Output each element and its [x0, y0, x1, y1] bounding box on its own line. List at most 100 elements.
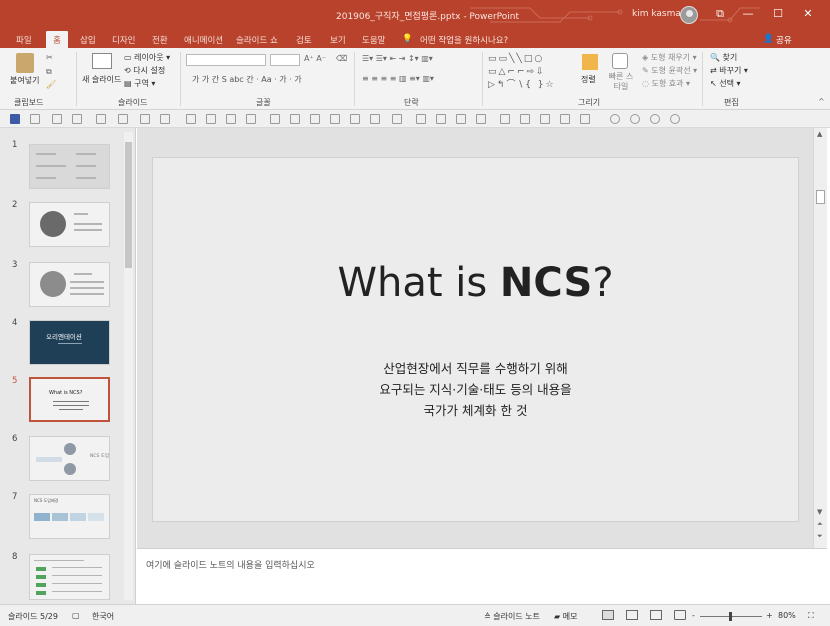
toolbar-icon-17[interactable] [436, 114, 446, 124]
quick-styles-button[interactable]: 빠른 스타일 [606, 72, 636, 92]
normal-view-icon[interactable] [602, 610, 614, 620]
find-button[interactable]: 🔍 찾기 [710, 52, 737, 63]
close-button[interactable]: ✕ [800, 6, 816, 22]
tab-insert[interactable]: 삽입 [80, 31, 96, 48]
tab-home[interactable]: 홈 [46, 31, 68, 48]
tab-view[interactable]: 보기 [330, 31, 346, 48]
toolbar-icon-13[interactable] [350, 114, 360, 124]
notes-toggle[interactable]: ≙ 슬라이드 노트 [484, 611, 540, 622]
clear-format-icon[interactable]: ⌫ [336, 54, 347, 63]
reset-button[interactable]: ⟲ 다시 설정 [124, 65, 165, 76]
minimize-button[interactable]: — [740, 6, 756, 22]
toolbar-icon-25[interactable] [610, 114, 620, 124]
spelling-icon[interactable]: ▢ [72, 611, 80, 620]
tab-file[interactable]: 파일 [16, 31, 32, 48]
toolbar-icon-12[interactable] [330, 114, 340, 124]
toolbar-icon-23[interactable] [560, 114, 570, 124]
slide-thumbnail-5[interactable]: What is NCS? [29, 377, 110, 422]
shapes-gallery[interactable]: ▭▭╲╲□○ ▭△⌐⌐⇨⇩ ▷↰⌒∖{ }☆ [488, 53, 572, 91]
font-name-combo[interactable] [186, 54, 266, 66]
thumbnail-scrollbar[interactable] [124, 132, 133, 600]
tell-me-input[interactable]: 어떤 작업을 원하시나요? [420, 31, 508, 48]
slide-sorter-icon[interactable] [626, 610, 638, 620]
toolbar-icon-24[interactable] [580, 114, 590, 124]
slide-title[interactable]: What is NCS? [153, 260, 798, 306]
slide-thumbnail-3[interactable] [29, 262, 110, 307]
slide-scrollbar[interactable]: ▲ ▼ ⏶ ⏷ [813, 128, 827, 548]
slide-thumbnail-1[interactable] [29, 144, 110, 189]
paste-icon[interactable] [16, 53, 34, 73]
new-slide-button[interactable]: 새 슬라이드 [82, 74, 121, 85]
maximize-button[interactable]: ☐ [770, 6, 786, 22]
cut-icon[interactable]: ✂ [46, 53, 53, 62]
toolbar-icon-8[interactable] [246, 114, 256, 124]
arrange-button[interactable]: 정렬 [581, 74, 596, 85]
language-indicator[interactable]: 한국어 [92, 611, 114, 622]
reading-view-icon[interactable] [650, 610, 662, 620]
slide-body-text[interactable]: 산업현장에서 직무를 수행하기 위해 요구되는 지식·기술·태도 등의 내용을 … [153, 358, 798, 421]
collapse-ribbon-icon[interactable]: ^ [818, 97, 825, 106]
notes-placeholder[interactable]: 여기에 슬라이드 노트의 내용을 입력하십시오 [146, 558, 315, 571]
toolbar-icon-1[interactable] [96, 114, 106, 124]
slide-thumbnail-2[interactable] [29, 202, 110, 247]
comments-toggle[interactable]: ▰ 메모 [554, 611, 577, 622]
save-icon[interactable] [10, 114, 20, 124]
section-button[interactable]: ▤ 구역 ▾ [124, 78, 155, 89]
toolbar-icon-21[interactable] [520, 114, 530, 124]
toolbar-icon-19[interactable] [476, 114, 486, 124]
user-avatar[interactable] [680, 6, 698, 24]
slide-thumbnail-4[interactable]: 오리엔테이션 [29, 320, 110, 365]
copy-icon[interactable]: ⧉ [46, 67, 52, 77]
next-slide-icon[interactable]: ⏷ [817, 532, 823, 541]
toolbar-icon-4[interactable] [160, 114, 170, 124]
slideshow-view-icon[interactable] [674, 610, 686, 620]
thumbnail-scroll-thumb[interactable] [125, 142, 132, 268]
select-button[interactable]: ↖ 선택 ▾ [710, 78, 741, 89]
slide-scroll-thumb[interactable] [816, 190, 825, 204]
shape-fill-button[interactable]: ◈ 도형 채우기 ▾ [642, 52, 697, 63]
notes-pane[interactable]: 여기에 슬라이드 노트의 내용을 입력하십시오 [137, 548, 827, 604]
ribbon-display-options-icon[interactable]: ⧉ [712, 6, 728, 22]
toolbar-icon-14[interactable] [370, 114, 380, 124]
scroll-down-icon[interactable]: ▼ [817, 508, 822, 516]
current-slide[interactable]: What is NCS? 산업현장에서 직무를 수행하기 위해 요구되는 지식·… [153, 158, 798, 521]
redo-icon[interactable] [52, 114, 62, 124]
toolbar-icon-5[interactable] [186, 114, 196, 124]
tab-help[interactable]: 도움말 [362, 31, 385, 48]
slide-thumbnail-8[interactable] [29, 554, 110, 600]
zoom-out-button[interactable]: - [692, 611, 695, 620]
grow-font-icon[interactable]: A⁺ A⁻ [304, 54, 326, 63]
toolbar-icon-11[interactable] [310, 114, 320, 124]
undo-icon[interactable] [30, 114, 40, 124]
font-size-combo[interactable] [270, 54, 300, 66]
align-buttons[interactable]: ≡ ≡ ≡ ≡ ▥ ≡▾ ▥▾ [362, 74, 434, 83]
tab-design[interactable]: 디자인 [112, 31, 135, 48]
new-slide-icon[interactable] [92, 53, 112, 69]
fit-slide-icon[interactable]: ⛶ [808, 611, 814, 621]
toolbar-icon-16[interactable] [416, 114, 426, 124]
previous-slide-icon[interactable]: ⏶ [817, 520, 823, 529]
zoom-slider-knob[interactable] [729, 612, 732, 621]
share-button[interactable]: 공유 [776, 34, 792, 46]
slide-thumbnail-7[interactable]: NCS 도입배경 [29, 494, 110, 539]
toolbar-icon-26[interactable] [630, 114, 640, 124]
toolbar-icon-9[interactable] [270, 114, 280, 124]
shape-outline-button[interactable]: ✎ 도형 윤곽선 ▾ [642, 65, 697, 76]
shape-effects-button[interactable]: ◌ 도형 효과 ▾ [642, 78, 690, 89]
tab-slideshow[interactable]: 슬라이드 쇼 [236, 31, 278, 48]
quick-styles-icon[interactable] [612, 53, 628, 69]
format-painter-icon[interactable]: 🖌 [46, 80, 56, 89]
zoom-in-button[interactable]: + [766, 611, 773, 620]
paste-button[interactable]: 붙여넣기 [10, 75, 39, 86]
toolbar-icon-27[interactable] [650, 114, 660, 124]
toolbar-icon-15[interactable] [392, 114, 402, 124]
list-buttons[interactable]: ☰▾ ☰▾ ⇤ ⇥ ↕▾ ▥▾ [362, 54, 433, 63]
toolbar-icon-7[interactable] [226, 114, 236, 124]
user-name[interactable]: kim kasman [632, 9, 687, 19]
toolbar-icon-6[interactable] [206, 114, 216, 124]
layout-button[interactable]: ▭ 레이아웃 ▾ [124, 52, 170, 63]
arrange-icon[interactable] [582, 54, 598, 70]
slide-thumbnail-6[interactable]: NCS 도입 [29, 436, 110, 481]
toolbar-icon-20[interactable] [500, 114, 510, 124]
tab-review[interactable]: 검토 [296, 31, 312, 48]
